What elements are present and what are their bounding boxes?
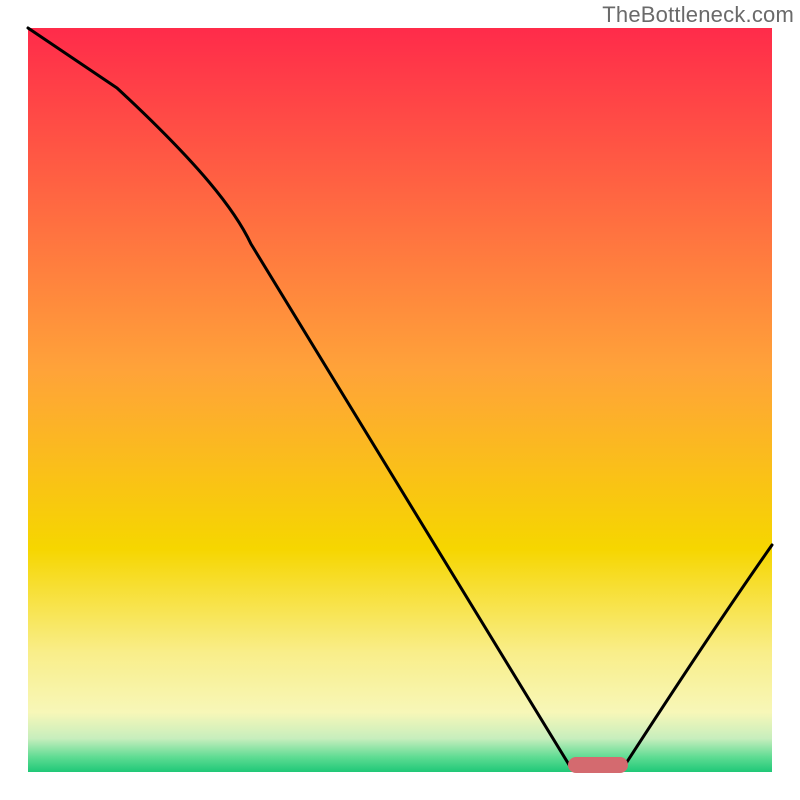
watermark-text: TheBottleneck.com	[602, 2, 794, 28]
chart-container: TheBottleneck.com	[0, 0, 800, 800]
chart-svg	[0, 0, 800, 800]
plot-area	[28, 28, 772, 773]
optimum-marker	[568, 757, 628, 773]
gradient-background	[28, 28, 772, 772]
